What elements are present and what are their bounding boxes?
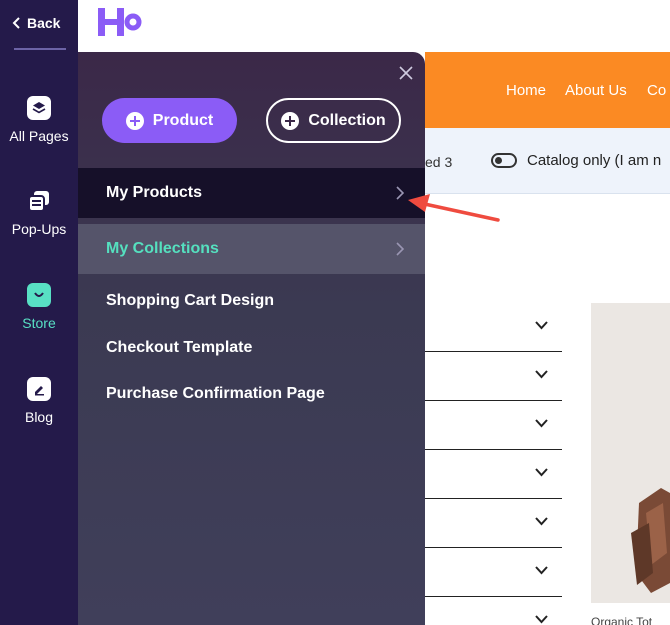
rail-divider — [14, 48, 66, 50]
product-caption: Organic Tot — [591, 615, 653, 625]
rail-label: All Pages — [9, 128, 69, 144]
close-icon[interactable] — [398, 65, 414, 81]
chevron-down-icon — [535, 566, 548, 575]
rail-item-store[interactable]: Store — [0, 283, 78, 353]
accordion-row[interactable] — [425, 352, 562, 401]
accordion-row[interactable] — [425, 548, 562, 597]
accordion-row[interactable] — [425, 597, 562, 625]
chevron-down-icon — [535, 419, 548, 428]
shopping-bag-icon — [27, 283, 51, 307]
chevron-left-icon — [12, 17, 20, 29]
chevron-down-icon — [535, 370, 548, 379]
rail-item-all-pages[interactable]: All Pages — [0, 96, 78, 166]
chevron-down-icon — [535, 468, 548, 477]
rail-label: Pop-Ups — [11, 221, 67, 237]
chevron-down-icon — [535, 321, 548, 330]
top-bar — [78, 0, 670, 50]
accordion-row[interactable] — [425, 303, 562, 352]
back-button[interactable]: Back — [12, 12, 68, 34]
chevron-down-icon — [535, 615, 548, 624]
logo — [98, 7, 142, 42]
annotation-arrow-icon — [408, 194, 500, 222]
catalog-toggle[interactable] — [491, 153, 517, 168]
menu-row-label: My Collections — [106, 240, 219, 257]
catalog-toggle-label: Catalog only (I am n — [527, 152, 662, 169]
menu-item-purchase-confirmation[interactable]: Purchase Confirmation Page — [106, 385, 325, 403]
product-image[interactable] — [591, 303, 670, 603]
store-menu-panel: Product Collection My Products My Collec… — [78, 52, 425, 625]
add-collection-button[interactable]: Collection — [266, 98, 401, 143]
left-rail: Back All Pages Pop-Ups Store Blog — [0, 0, 78, 625]
chevron-right-icon — [396, 242, 404, 256]
edit-icon — [27, 377, 51, 401]
add-product-button[interactable]: Product — [102, 98, 237, 143]
chevron-down-icon — [535, 517, 548, 526]
nav-link-home[interactable]: Home — [506, 82, 546, 99]
info-bar: ed 3 Catalog only (I am n — [425, 128, 670, 194]
rail-item-pop-ups[interactable]: Pop-Ups — [0, 189, 78, 259]
layers-icon — [27, 96, 51, 120]
site-nav: Home About Us Co — [425, 52, 670, 128]
plus-circle-icon — [125, 111, 144, 130]
menu-row-my-collections[interactable]: My Collections — [78, 224, 425, 274]
plus-circle-icon — [281, 111, 300, 130]
add-collection-label: Collection — [308, 111, 386, 129]
accordion-row[interactable] — [425, 499, 562, 548]
rail-label: Store — [22, 315, 56, 331]
back-label: Back — [27, 15, 61, 31]
nav-link-contact[interactable]: Co — [647, 82, 666, 99]
nav-link-about[interactable]: About Us — [565, 82, 627, 99]
menu-item-shopping-cart-design[interactable]: Shopping Cart Design — [106, 292, 274, 310]
accordion-row[interactable] — [425, 401, 562, 450]
accordion-row[interactable] — [425, 450, 562, 499]
menu-row-my-products[interactable]: My Products — [78, 168, 425, 218]
rail-item-blog[interactable]: Blog — [0, 377, 78, 447]
rail-label: Blog — [24, 409, 54, 425]
add-product-label: Product — [152, 111, 214, 129]
info-fragment: ed 3 — [425, 154, 453, 170]
popups-icon — [27, 189, 51, 213]
menu-item-checkout-template[interactable]: Checkout Template — [106, 339, 252, 357]
menu-row-label: My Products — [106, 184, 203, 201]
